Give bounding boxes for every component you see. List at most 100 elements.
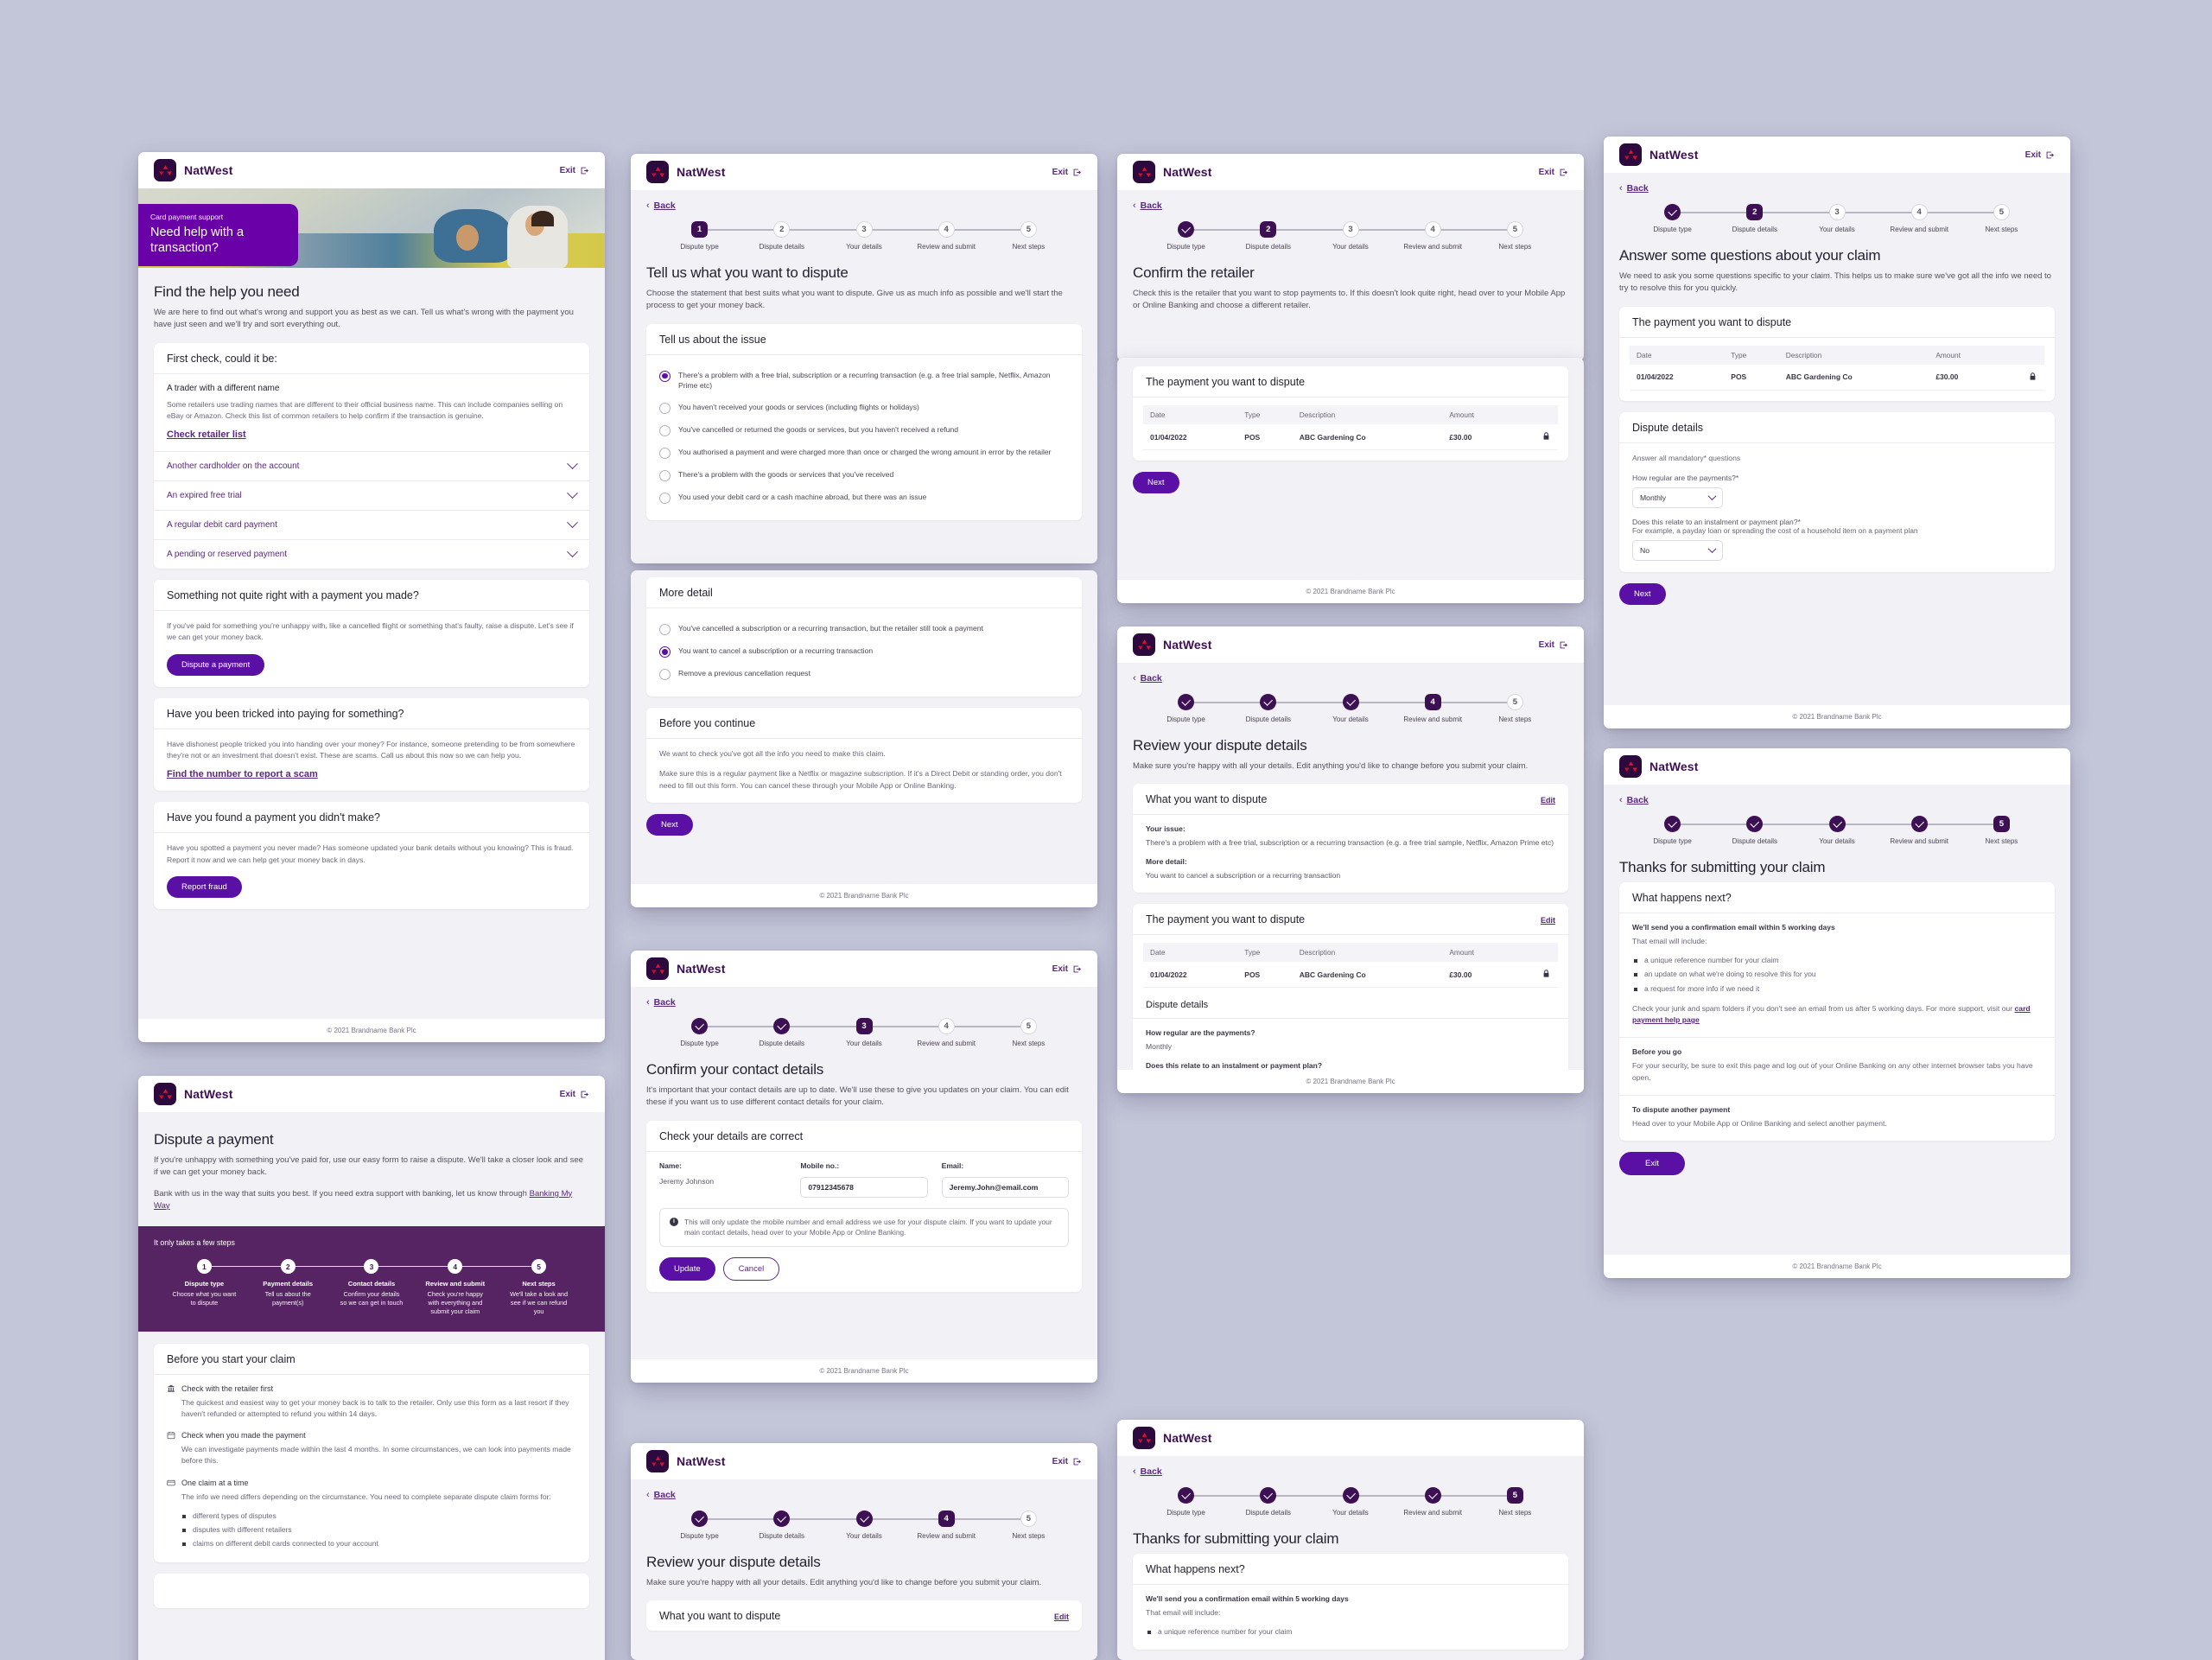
radio-detail-0[interactable]: You've cancelled a subscription or a rec… bbox=[659, 618, 1069, 640]
cancel-button[interactable]: Cancel bbox=[722, 1257, 780, 1282]
step-indicator: 4 bbox=[1424, 221, 1441, 238]
brand-name: NatWest bbox=[677, 1454, 726, 1468]
radio-issue-4[interactable]: There's a problem with the goods or serv… bbox=[659, 464, 1069, 487]
hero-kicker: Card payment support bbox=[150, 213, 224, 221]
radio-label: There's a problem with the goods or serv… bbox=[678, 470, 894, 480]
exit-claim-button[interactable]: Exit bbox=[1619, 1152, 1685, 1176]
check-details-body: Name: Jeremy Johnson Mobile no.: 0791234… bbox=[646, 1150, 1082, 1293]
not-right-card: Something not quite right with a payment… bbox=[154, 580, 589, 687]
top-bar: NatWest bbox=[1117, 1420, 1584, 1456]
list-item: a request for more info if we need it bbox=[1634, 982, 2042, 995]
step-label: Next steps bbox=[1498, 1509, 1532, 1517]
radio-detail-1[interactable]: You want to cancel a subscription or a r… bbox=[659, 640, 1069, 663]
next-button[interactable]: Next bbox=[1133, 472, 1179, 493]
back-link[interactable]: ‹ Back bbox=[1133, 1466, 1568, 1477]
band-step-number: 1 bbox=[196, 1259, 212, 1274]
accordion-pending-reserved-payment[interactable]: A pending or reserved payment bbox=[154, 539, 589, 569]
edit-link[interactable]: Edit bbox=[1541, 796, 1555, 805]
accordion-label: An expired free trial bbox=[167, 491, 242, 501]
radio-issue-0[interactable]: There's a problem with a free trial, sub… bbox=[659, 365, 1069, 398]
regularity-select[interactable]: Monthly bbox=[1632, 487, 1723, 508]
accordion-expired-free-trial[interactable]: An expired free trial bbox=[154, 480, 589, 510]
next-button[interactable]: Next bbox=[646, 813, 693, 836]
back-link[interactable]: ‹ Back bbox=[1619, 183, 2055, 194]
regularity-value: Monthly bbox=[1640, 493, 1667, 502]
mobile-input[interactable]: 07912345678 bbox=[800, 1176, 928, 1198]
back-link[interactable]: ‹ Back bbox=[646, 200, 1082, 211]
card-icon bbox=[167, 1479, 175, 1487]
chevron-down-icon bbox=[1707, 544, 1717, 554]
radio-indicator bbox=[659, 624, 671, 635]
top-bar: NatWest Exit bbox=[631, 154, 1097, 190]
lock-icon bbox=[1541, 432, 1551, 442]
chevron-left-icon: ‹ bbox=[646, 1489, 650, 1500]
band-step-title: Dispute type bbox=[184, 1280, 225, 1288]
dispute-a-payment-button[interactable]: Dispute a payment bbox=[167, 653, 265, 676]
screen-review-partial: NatWest Exit ‹ Back Dispute type Dispute… bbox=[631, 1443, 1097, 1660]
exit-button[interactable]: Exit bbox=[1539, 640, 1568, 650]
brand-name: NatWest bbox=[677, 165, 726, 179]
email-field: Email: Jeremy.John@email.com bbox=[941, 1161, 1069, 1198]
stepper-step-2: Dispute details bbox=[1227, 1487, 1351, 1517]
accordion-another-cardholder[interactable]: Another cardholder on the account bbox=[154, 451, 589, 480]
step-indicator: 4 bbox=[1910, 204, 1928, 220]
column-type: Type bbox=[1237, 405, 1293, 424]
exit-icon bbox=[1559, 640, 1568, 650]
email-input[interactable]: Jeremy.John@email.com bbox=[941, 1176, 1069, 1198]
band-step-title: Contact details bbox=[347, 1280, 396, 1288]
exit-button[interactable]: Exit bbox=[560, 1090, 589, 1099]
edit-link[interactable]: Edit bbox=[1541, 916, 1555, 925]
step-label: Next steps bbox=[1012, 1040, 1046, 1047]
next-button[interactable]: Next bbox=[1619, 582, 1666, 605]
exit-button[interactable]: Exit bbox=[1052, 168, 1082, 177]
exit-button[interactable]: Exit bbox=[2025, 150, 2055, 160]
radio-indicator bbox=[659, 646, 671, 658]
stepper-step-5: 5 Next steps bbox=[1474, 221, 1556, 251]
before-continue-body: We want to check you've got all the info… bbox=[646, 738, 1082, 803]
chevron-down-icon bbox=[567, 517, 578, 529]
band-step-number: 2 bbox=[280, 1259, 296, 1274]
name-field: Name: Jeremy Johnson bbox=[659, 1161, 786, 1198]
radio-issue-2[interactable]: You've cancelled or returned the goods o… bbox=[659, 419, 1069, 442]
report-fraud-button[interactable]: Report fraud bbox=[167, 876, 242, 898]
top-bar: NatWest Exit bbox=[1117, 626, 1584, 663]
edit-link[interactable]: Edit bbox=[1054, 1612, 1069, 1621]
instalment-select[interactable]: No bbox=[1632, 539, 1723, 561]
exit-button[interactable]: Exit bbox=[1539, 168, 1568, 177]
check-item-title: Check when you made the payment bbox=[181, 1431, 306, 1441]
update-button[interactable]: Update bbox=[659, 1257, 715, 1282]
tricked-heading: Have you been tricked into paying for so… bbox=[167, 707, 404, 720]
exit-icon bbox=[580, 1090, 589, 1099]
band-step-number: 5 bbox=[531, 1259, 547, 1274]
progress-stepper: Dispute type 2 Dispute details 3 Your deta… bbox=[1145, 221, 1556, 251]
before-you-start-heading: Before you start your claim bbox=[167, 1352, 296, 1365]
radio-issue-5[interactable]: You used your debit card or a cash machi… bbox=[659, 487, 1069, 509]
exit-button[interactable]: Exit bbox=[1052, 964, 1082, 974]
stepper-step-2: 2 Dispute details bbox=[1713, 204, 1837, 233]
report-scam-link[interactable]: Find the number to report a scam bbox=[167, 769, 318, 779]
screens-board: NatWest Exit Card payment support Need h… bbox=[0, 0, 2212, 1660]
back-link[interactable]: ‹ Back bbox=[1133, 200, 1568, 211]
accordion-regular-debit-card-payment[interactable]: A regular debit card payment bbox=[154, 510, 589, 539]
radio-issue-1[interactable]: You haven't received your goods or servi… bbox=[659, 397, 1069, 419]
transaction-table: Date Type Description Amount 01/04/2022 … bbox=[1143, 405, 1558, 450]
stepper-step-2: Dispute details bbox=[1713, 816, 1837, 845]
back-link[interactable]: ‹ Back bbox=[1133, 673, 1568, 684]
cell-description: ABC Gardening Co bbox=[1292, 962, 1443, 989]
issue-label: Your issue: bbox=[1146, 824, 1185, 834]
progress-stepper: 1 Dispute type 2 Dispute details 3 Your det… bbox=[658, 221, 1070, 251]
radio-detail-2[interactable]: Remove a previous cancellation request bbox=[659, 663, 1069, 685]
bank-icon bbox=[167, 1384, 175, 1393]
band-step-desc: Check you're happy with everything and s… bbox=[427, 1290, 483, 1315]
more-detail-label: More detail: bbox=[1146, 857, 1187, 867]
exit-button[interactable]: Exit bbox=[1052, 1457, 1082, 1466]
radio-label: You've cancelled a subscription or a rec… bbox=[678, 624, 983, 633]
radio-issue-3[interactable]: You authorised a payment and were charge… bbox=[659, 442, 1069, 464]
back-link[interactable]: ‹ Back bbox=[1619, 795, 2055, 805]
before-continue-p2: Make sure this is a regular payment like… bbox=[659, 769, 1062, 790]
back-link[interactable]: ‹ Back bbox=[646, 1490, 1082, 1500]
band-step-3: 3 Contact details Confirm your details so … bbox=[330, 1259, 455, 1316]
check-retailer-list-link[interactable]: Check retailer list bbox=[167, 429, 246, 440]
back-link[interactable]: ‹ Back bbox=[646, 997, 1082, 1008]
exit-button[interactable]: Exit bbox=[560, 166, 589, 175]
